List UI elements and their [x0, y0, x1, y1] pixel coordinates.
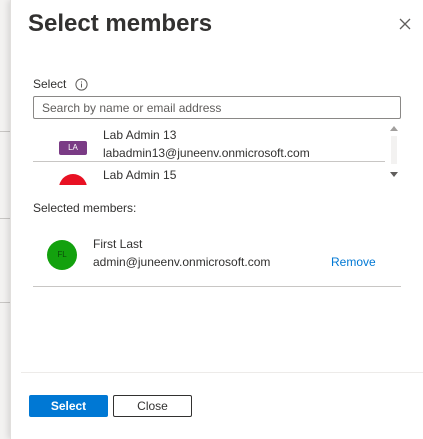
- background-divider: [0, 131, 10, 132]
- avatar: [59, 174, 87, 185]
- scroll-thumb[interactable]: [391, 136, 397, 164]
- close-button[interactable]: Close: [113, 395, 192, 417]
- avatar: FL: [47, 240, 77, 270]
- selected-member-row: FL First Last admin@juneenv.onmicrosoft.…: [33, 227, 401, 287]
- select-button[interactable]: Select: [29, 395, 108, 417]
- select-label: Select: [33, 77, 67, 91]
- user-name: Lab Admin 13: [103, 128, 177, 142]
- user-name: Lab Admin 15: [103, 168, 177, 182]
- list-item[interactable]: Lab Admin 15: [33, 163, 385, 185]
- background-divider: [0, 302, 10, 303]
- background-page: [0, 0, 10, 439]
- user-email: labadmin13@juneenv.onmicrosoft.com: [103, 146, 310, 160]
- select-members-panel: Select members Select LA Lab Admin 13 la…: [10, 0, 423, 439]
- scroll-down-icon[interactable]: [390, 172, 398, 177]
- selected-members-label: Selected members:: [33, 201, 137, 215]
- close-icon[interactable]: [397, 16, 413, 32]
- background-divider: [0, 218, 10, 219]
- list-item[interactable]: LA Lab Admin 13 labadmin13@juneenv.onmic…: [33, 122, 385, 162]
- scroll-up-icon[interactable]: [390, 126, 398, 131]
- search-input[interactable]: [33, 96, 401, 119]
- member-email: admin@juneenv.onmicrosoft.com: [93, 255, 271, 269]
- member-name: First Last: [93, 237, 143, 251]
- scrollbar[interactable]: [387, 122, 401, 185]
- remove-member-link[interactable]: Remove: [331, 255, 376, 269]
- panel-title: Select members: [28, 10, 213, 37]
- search-results-list[interactable]: LA Lab Admin 13 labadmin13@juneenv.onmic…: [33, 122, 401, 185]
- info-icon[interactable]: [75, 78, 88, 91]
- footer-divider: [21, 372, 423, 373]
- avatar: LA: [59, 141, 87, 155]
